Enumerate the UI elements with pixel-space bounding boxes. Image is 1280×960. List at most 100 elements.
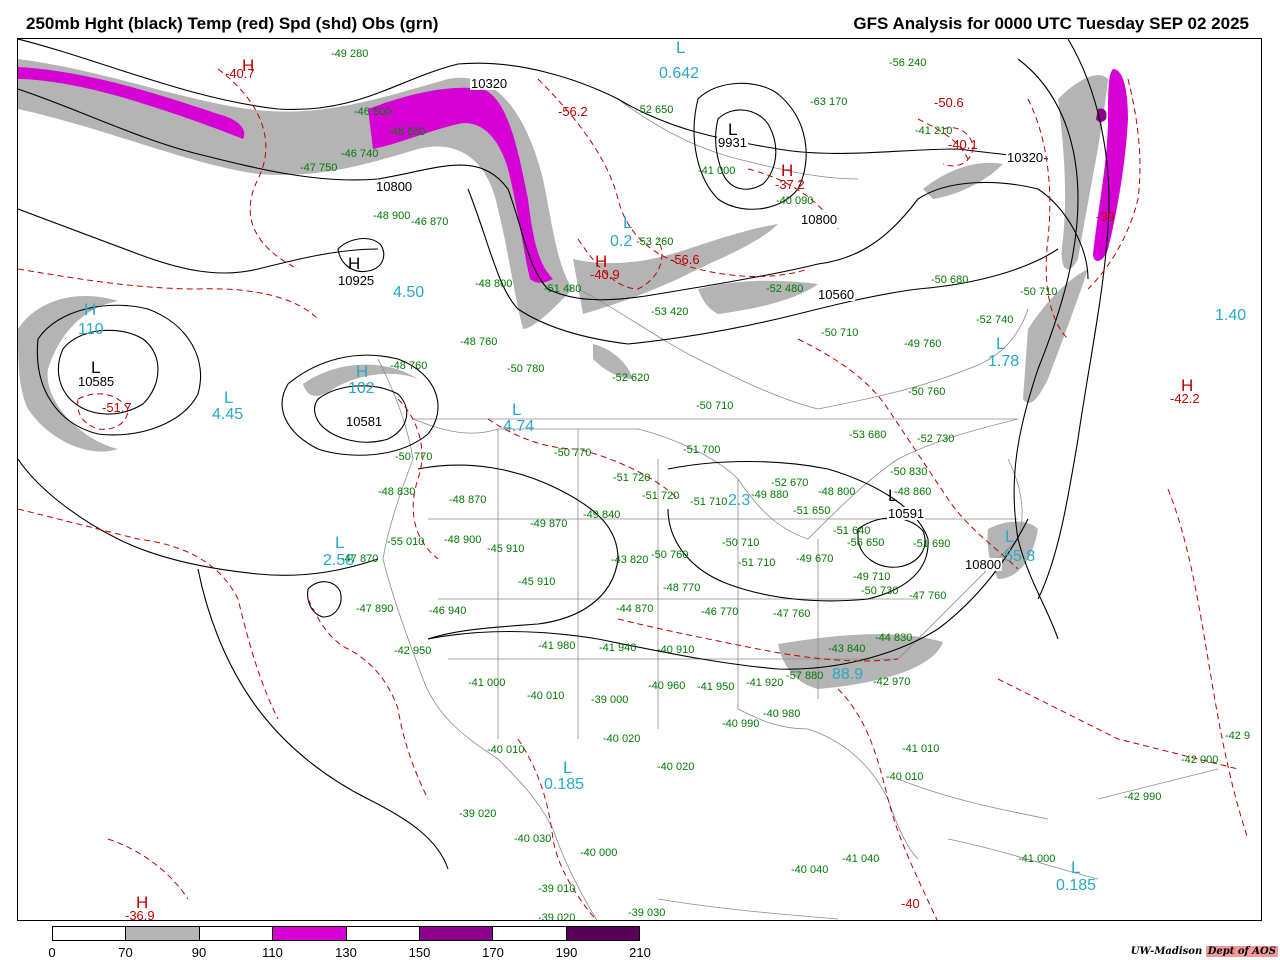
obs-label: -40 020 xyxy=(603,733,641,745)
obs-label: -51 710 xyxy=(738,557,776,569)
obs-label: -40 020 xyxy=(657,761,695,773)
speed-label: 4.74 xyxy=(503,418,535,435)
obs-label: -63 170 xyxy=(810,96,848,108)
speed-label: 88.9 xyxy=(832,666,864,683)
temp-label: -56.2 xyxy=(558,104,588,119)
obs-label: -50 780 xyxy=(507,363,545,375)
obs-label: -50 770 xyxy=(395,451,433,463)
obs-label: -40 090 xyxy=(776,195,814,207)
obs-label: -41 210 xyxy=(915,125,953,137)
obs-label: -50 830 xyxy=(890,466,928,478)
obs-label: -44 830 xyxy=(875,632,913,644)
legend-swatch xyxy=(566,927,639,940)
obs-label: -39 020 xyxy=(459,808,497,820)
legend-swatch xyxy=(199,927,274,940)
height-label: 10800 xyxy=(375,179,414,194)
speed-label: 55.8 xyxy=(1004,548,1036,565)
speed-label: 4.50 xyxy=(393,284,425,301)
obs-label: -47 760 xyxy=(909,590,947,602)
obs-label: -43 820 xyxy=(611,554,649,566)
height-label: 10320 xyxy=(470,76,509,91)
obs-label: -55 010 xyxy=(387,536,425,548)
obs-label: -40 010 xyxy=(886,771,924,783)
legend-tick-label: 190 xyxy=(555,945,578,960)
obs-label: -56 650 xyxy=(847,537,885,549)
obs-label: -45 910 xyxy=(518,576,556,588)
obs-label: -50 710 xyxy=(722,537,760,549)
temp-label: -40.1 xyxy=(948,137,978,152)
obs-label: -48 870 xyxy=(449,494,487,506)
obs-label: -51 720 xyxy=(613,472,651,484)
speed-label: 0.185 xyxy=(1056,877,1097,894)
chart-title: 250mb Hght (black) Temp (red) Spd (shd) … xyxy=(26,14,439,33)
obs-label: -40 040 xyxy=(791,864,829,876)
obs-label: -41 980 xyxy=(538,640,576,652)
obs-label: -51 690 xyxy=(913,538,951,550)
obs-label: -50 710 xyxy=(821,327,859,339)
obs-label: -48 900 xyxy=(444,534,482,546)
speed-label: 4.45 xyxy=(212,406,244,423)
obs-label: -48 800 xyxy=(818,486,856,498)
height-label: 10925 xyxy=(337,273,376,288)
obs-label: -50 760 xyxy=(651,549,689,561)
legend-tick-label: 110 xyxy=(262,945,283,960)
height-label: 10800 xyxy=(800,212,839,227)
obs-label: -40 910 xyxy=(657,644,695,656)
obs-label: -53 680 xyxy=(849,429,887,441)
legend-swatch xyxy=(53,927,127,940)
low-marker: L xyxy=(224,388,234,407)
obs-label: -42 9 xyxy=(1225,730,1251,742)
obs-label: -41 040 xyxy=(842,853,880,865)
obs-label: -52 650 xyxy=(636,104,674,116)
low-marker: L xyxy=(1005,527,1015,546)
obs-label: -42 950 xyxy=(394,645,432,657)
obs-label: -44 870 xyxy=(616,603,654,615)
height-label: 10560 xyxy=(817,287,856,302)
obs-label: -42 970 xyxy=(873,676,911,688)
high-marker: H xyxy=(781,161,794,180)
obs-label: -47 760 xyxy=(773,608,811,620)
speed-label: 0.642 xyxy=(659,65,700,82)
obs-label: -40 980 xyxy=(763,708,801,720)
obs-label: -56 240 xyxy=(889,57,927,69)
obs-label: -49 280 xyxy=(331,48,369,60)
obs-label: -50 710 xyxy=(1020,286,1058,298)
obs-label: -53 420 xyxy=(651,306,689,318)
low-marker: L xyxy=(623,213,633,232)
obs-label: -51 650 xyxy=(793,505,831,517)
low-marker: L xyxy=(91,358,101,377)
temp-label: -39 xyxy=(1096,209,1115,224)
obs-label: -42 990 xyxy=(1124,791,1162,803)
credit-dept: Dept of AOS xyxy=(1205,946,1278,957)
low-marker: L xyxy=(512,400,522,419)
temp-label: -50.6 xyxy=(934,95,964,110)
obs-label: -57 880 xyxy=(786,670,824,682)
temp-label: -56.6 xyxy=(670,252,700,267)
height-label: 10581 xyxy=(345,414,384,429)
high-marker: H xyxy=(348,254,361,273)
high-marker: H xyxy=(136,893,149,912)
credit-footer: UW-Madison Dept of AOS xyxy=(1131,946,1278,957)
legend-swatch xyxy=(273,927,347,940)
legend-tick-label: 70 xyxy=(118,945,133,960)
obs-label: -48 800 xyxy=(475,278,513,290)
obs-label: -49 670 xyxy=(796,553,834,565)
speed-label: 110 xyxy=(78,321,104,338)
legend-tick-label: 150 xyxy=(408,945,431,960)
obs-label: -47 870 xyxy=(341,553,379,565)
obs-label: -47 890 xyxy=(356,603,394,615)
low-marker: L xyxy=(996,334,1006,353)
obs-label: -46 770 xyxy=(701,606,739,618)
obs-label: -48 860 xyxy=(894,486,932,498)
height-label: 10800 xyxy=(964,557,1003,572)
obs-label: -53 260 xyxy=(636,236,674,248)
legend-tick-label: 90 xyxy=(191,945,207,960)
obs-label: -41 920 xyxy=(746,677,784,689)
obs-label: -42 000 xyxy=(1181,754,1219,766)
temp-label: -40 xyxy=(901,896,920,911)
obs-label: -41 010 xyxy=(902,743,940,755)
obs-label: -51 710 xyxy=(690,496,728,508)
obs-label: -48 770 xyxy=(663,582,701,594)
obs-label: -41 940 xyxy=(599,642,637,654)
obs-label: -48 760 xyxy=(460,336,498,348)
